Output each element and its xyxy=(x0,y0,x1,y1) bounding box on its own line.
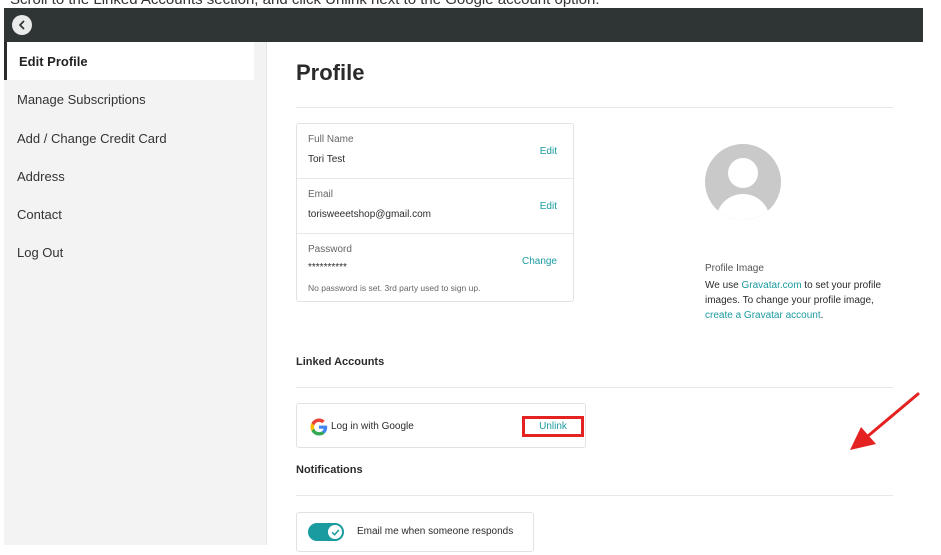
sidebar: Edit Profile Manage Subscriptions Add / … xyxy=(4,42,267,545)
sidebar-item-label: Log Out xyxy=(17,244,64,260)
avatar-placeholder-icon xyxy=(705,144,781,220)
divider xyxy=(296,495,893,496)
page-title: Profile xyxy=(296,60,365,85)
email-value: torisweeetshop@gmail.com xyxy=(308,209,431,220)
email-toggle-label: Email me when someone responds xyxy=(357,526,514,537)
create-gravatar-link[interactable]: create a Gravatar account xyxy=(705,310,821,321)
full-name-label: Full Name xyxy=(308,134,354,145)
sidebar-item-label: Add / Change Credit Card xyxy=(17,130,167,146)
notifications-heading: Notifications xyxy=(296,464,363,476)
sidebar-item-edit-profile[interactable]: Edit Profile xyxy=(4,42,254,80)
email-label: Email xyxy=(308,189,334,200)
sidebar-item-contact[interactable]: Contact xyxy=(4,195,254,233)
email-row: Email torisweeetshop@gmail.com Edit xyxy=(297,179,573,234)
google-login-label: Log in with Google xyxy=(331,421,414,432)
divider xyxy=(296,107,893,108)
account-info-card: Full Name Tori Test Edit Email torisweee… xyxy=(296,123,574,302)
check-icon xyxy=(331,529,339,536)
sidebar-item-log-out[interactable]: Log Out xyxy=(4,233,254,271)
profile-image-text: We use Gravatar.com to set your profile … xyxy=(705,280,882,321)
instruction-caption: Scroll to the Linked Accounts section, a… xyxy=(0,0,941,8)
sidebar-item-label: Edit Profile xyxy=(19,53,88,69)
notification-setting: Email me when someone responds xyxy=(296,512,534,552)
back-button[interactable] xyxy=(12,15,32,35)
divider xyxy=(296,387,893,388)
google-linked-account: Log in with Google Unlink xyxy=(296,403,586,448)
unlink-button[interactable]: Unlink xyxy=(522,416,584,437)
password-label: Password xyxy=(308,244,352,255)
back-arrow-icon xyxy=(19,20,25,30)
full-name-value: Tori Test xyxy=(308,154,346,165)
gravatar-link[interactable]: Gravatar.com xyxy=(742,280,802,291)
sidebar-item-manage-subscriptions[interactable]: Manage Subscriptions xyxy=(4,80,254,118)
sidebar-item-address[interactable]: Address xyxy=(4,157,254,195)
main-content: Profile Full Name Tori Test Edit Email t… xyxy=(268,42,923,552)
caption-text: Scroll to the Linked Accounts section, a… xyxy=(10,0,600,8)
sidebar-item-label: Contact xyxy=(17,206,62,222)
profile-image-label: Profile Image xyxy=(705,263,764,274)
google-icon xyxy=(310,418,328,436)
edit-email-link[interactable]: Edit xyxy=(540,201,557,212)
linked-accounts-heading: Linked Accounts xyxy=(296,356,385,368)
top-bar xyxy=(4,8,923,42)
password-note: No password is set. 3rd party used to si… xyxy=(308,283,481,293)
edit-name-link[interactable]: Edit xyxy=(540,146,557,157)
sidebar-item-label: Address xyxy=(17,168,65,184)
sidebar-item-credit-card[interactable]: Add / Change Credit Card xyxy=(4,119,254,157)
change-password-link[interactable]: Change xyxy=(522,256,557,267)
password-row: Password ********** Change No password i… xyxy=(297,234,573,303)
annotation-arrow-icon xyxy=(850,392,920,450)
sidebar-item-label: Manage Subscriptions xyxy=(17,91,146,107)
email-notification-toggle[interactable] xyxy=(308,523,344,541)
password-value: ********** xyxy=(308,262,347,273)
full-name-row: Full Name Tori Test Edit xyxy=(297,124,573,179)
